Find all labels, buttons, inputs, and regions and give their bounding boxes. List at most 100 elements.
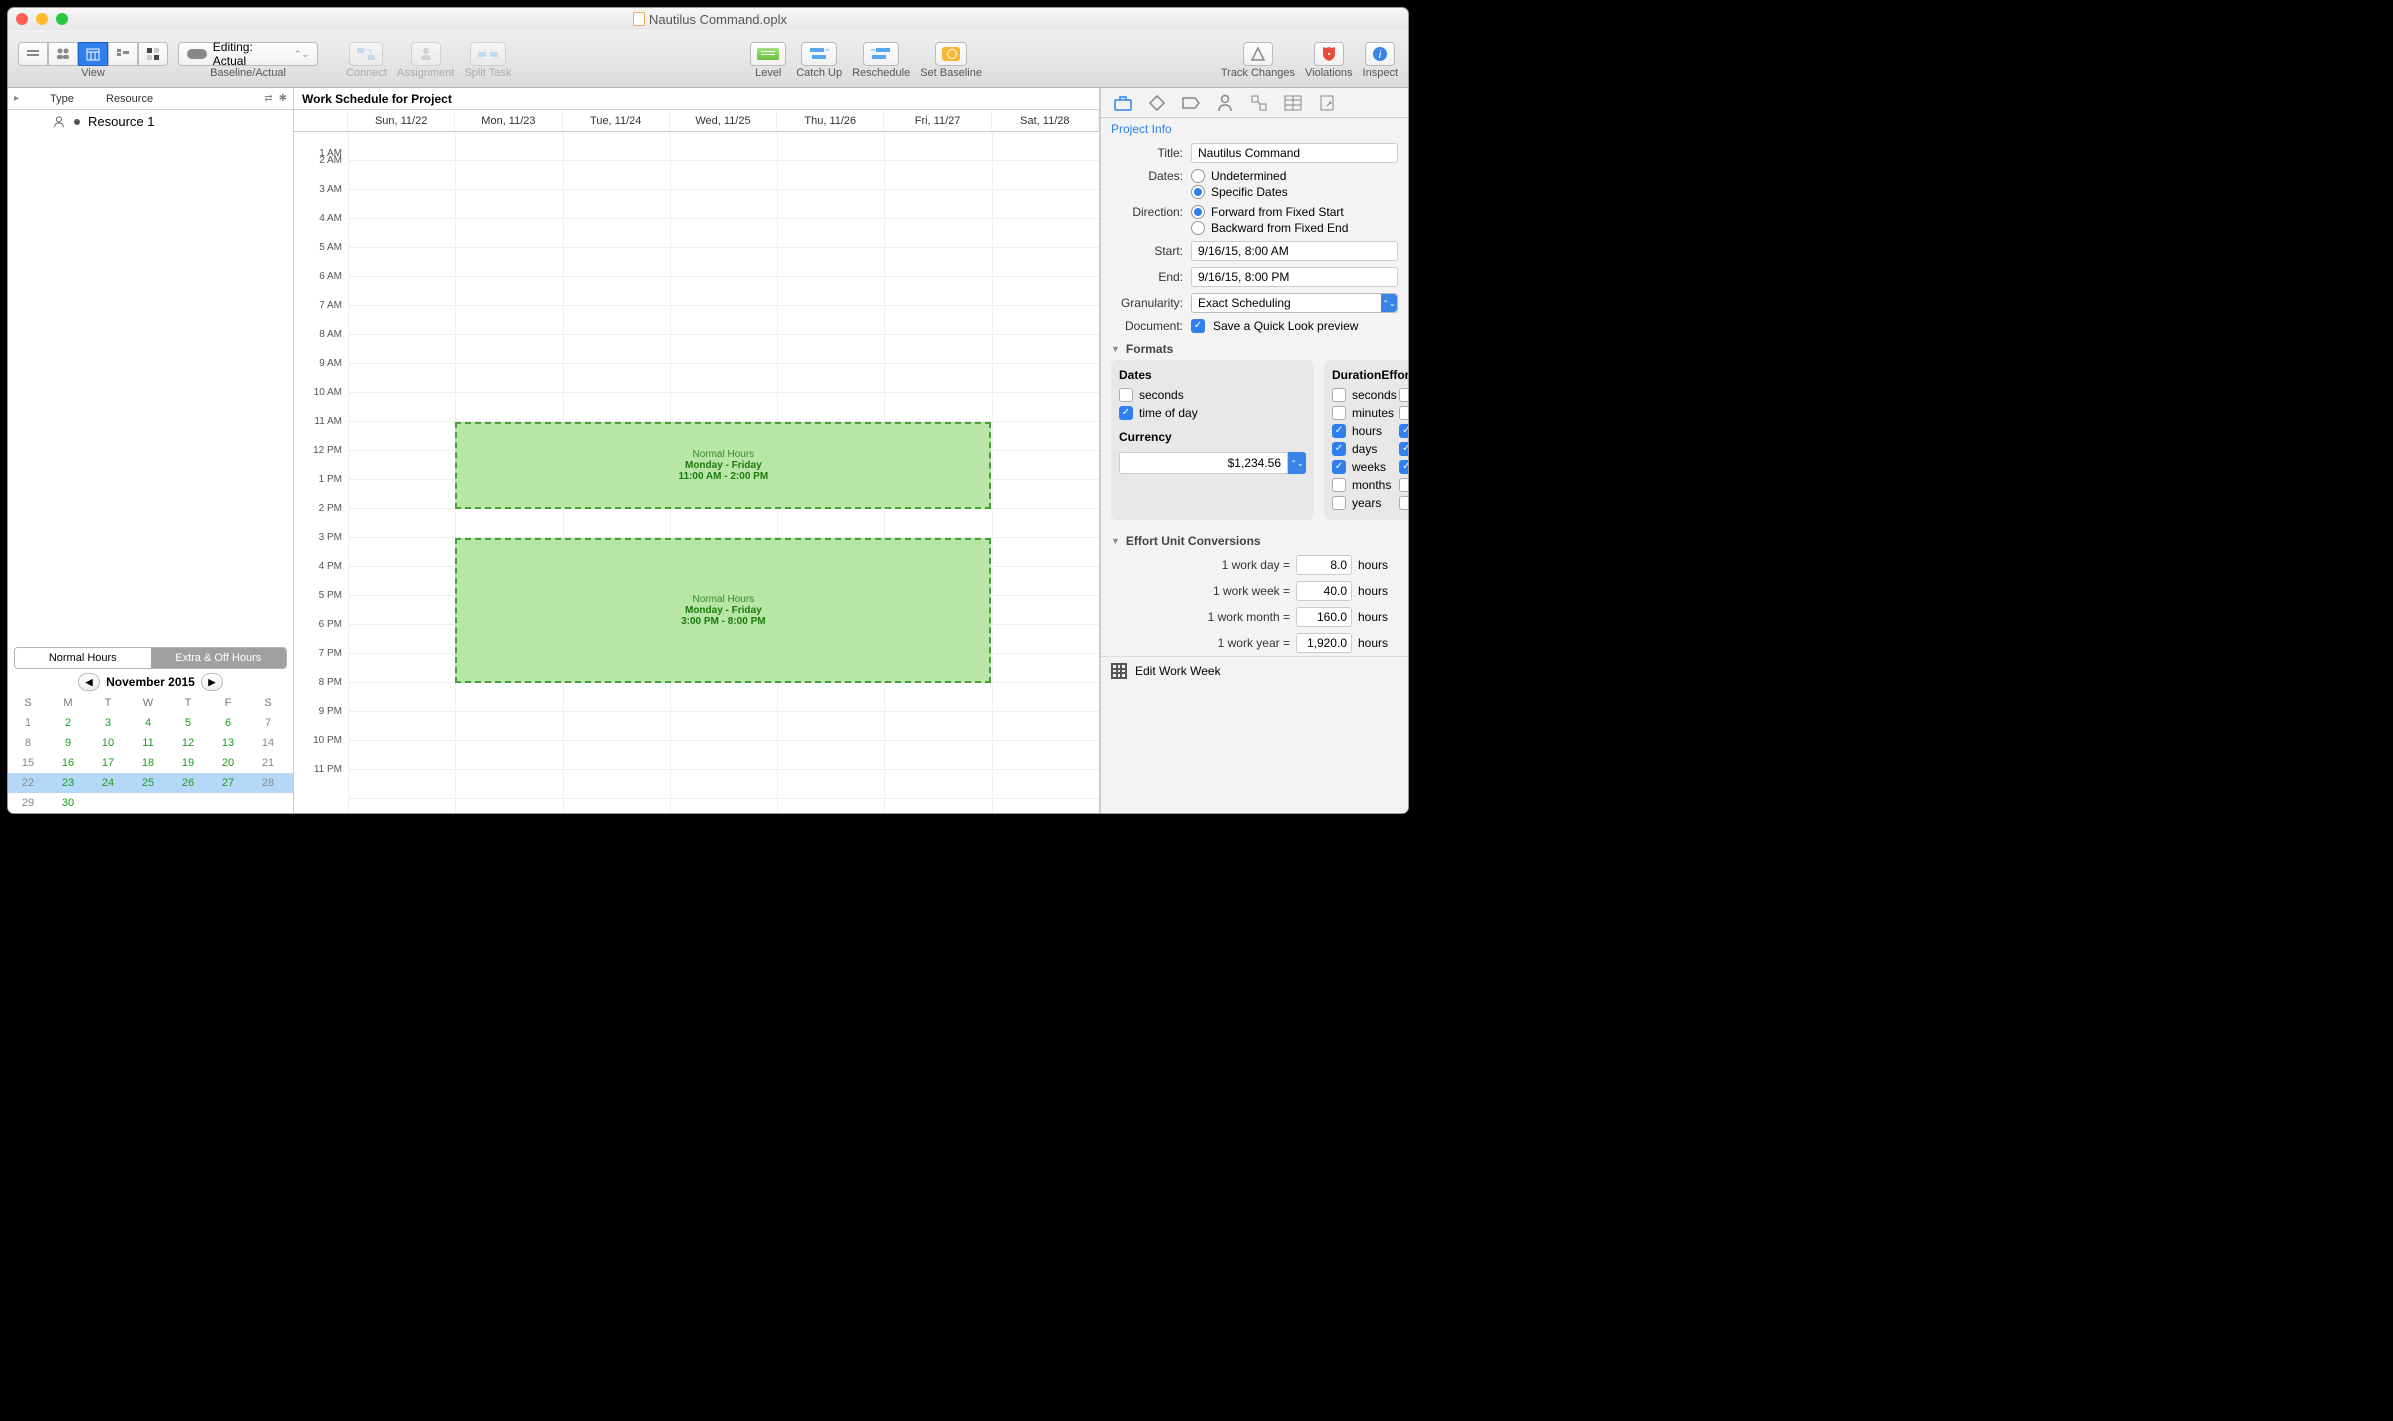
calendar-day[interactable]: 15 (8, 753, 48, 773)
eff-days-checkbox[interactable] (1399, 442, 1408, 456)
calendar-day[interactable]: 10 (88, 733, 128, 753)
eff-seconds-checkbox[interactable] (1399, 388, 1408, 402)
direction-forward-radio[interactable] (1191, 205, 1205, 219)
dur-days-checkbox[interactable] (1332, 442, 1346, 456)
hours-tab-segmented[interactable]: Normal Hours Extra & Off Hours (14, 647, 287, 669)
calendar-day[interactable] (208, 793, 248, 813)
user-icon[interactable] (1215, 93, 1235, 113)
catch-up-button[interactable] (801, 42, 837, 66)
calendar-day[interactable]: 25 (128, 773, 168, 793)
calendar-day[interactable]: 20 (208, 753, 248, 773)
dur-hours-checkbox[interactable] (1332, 424, 1346, 438)
schedule-block-1[interactable]: Normal Hours Monday - Friday 11:00 AM - … (455, 422, 991, 509)
calendar-day[interactable]: 5 (168, 713, 208, 733)
edit-work-week-button[interactable]: Edit Work Week (1101, 656, 1408, 685)
calendar-day[interactable]: 21 (248, 753, 288, 773)
violations-button[interactable] (1314, 42, 1344, 66)
day-column[interactable] (348, 132, 455, 813)
calendar-day[interactable] (88, 793, 128, 813)
calendar-day[interactable] (248, 793, 288, 813)
mini-calendar[interactable]: SMTWTFS 12345678910111213141516171819202… (8, 693, 293, 813)
eff-years-checkbox[interactable] (1399, 496, 1408, 510)
currency-field[interactable]: ⌃⌄ (1119, 452, 1306, 474)
calendar-day[interactable]: 29 (8, 793, 48, 813)
dur-years-checkbox[interactable] (1332, 496, 1346, 510)
disclosure-icon[interactable]: ▼ (1111, 344, 1120, 354)
resource-row[interactable]: Resource 1 (8, 110, 293, 133)
date-timeofday-checkbox[interactable] (1119, 406, 1133, 420)
calendar-day[interactable]: 23 (48, 773, 88, 793)
project-title-field[interactable] (1191, 143, 1398, 163)
calendar-day[interactable]: 6 (208, 713, 248, 733)
calendar-day[interactable] (128, 793, 168, 813)
reschedule-button[interactable] (863, 42, 899, 66)
calendar-day[interactable]: 12 (168, 733, 208, 753)
eff-months-checkbox[interactable] (1399, 478, 1408, 492)
calendar-day[interactable]: 11 (128, 733, 168, 753)
dur-minutes-checkbox[interactable] (1332, 406, 1346, 420)
calendar-day[interactable]: 7 (248, 713, 288, 733)
calendar-day[interactable]: 18 (128, 753, 168, 773)
tab-normal-hours[interactable]: Normal Hours (15, 648, 151, 668)
split-task-button[interactable] (470, 42, 506, 66)
view-mode-segmented[interactable] (18, 42, 168, 66)
start-date-field[interactable] (1191, 241, 1398, 261)
calendar-day[interactable]: 13 (208, 733, 248, 753)
conv-day-field[interactable] (1296, 555, 1352, 575)
tab-extra-off-hours[interactable]: Extra & Off Hours (151, 648, 287, 668)
next-month-button[interactable]: ▶ (201, 673, 223, 691)
quicklook-checkbox[interactable] (1191, 319, 1205, 333)
dur-weeks-checkbox[interactable] (1332, 460, 1346, 474)
zoom-icon[interactable] (56, 13, 68, 25)
diamond-icon[interactable] (1147, 93, 1167, 113)
set-baseline-button[interactable] (935, 42, 967, 66)
calendar-day[interactable]: 16 (48, 753, 88, 773)
dates-specific-radio[interactable] (1191, 185, 1205, 199)
calendar-day[interactable]: 26 (168, 773, 208, 793)
baseline-actual-selector[interactable]: Editing: Actual ⌃⌄ (178, 42, 318, 66)
calendar-day[interactable]: 24 (88, 773, 128, 793)
schedule-block-2[interactable]: Normal Hours Monday - Friday 3:00 PM - 8… (455, 538, 991, 683)
calendar-day[interactable]: 28 (248, 773, 288, 793)
calendar-day[interactable]: 14 (248, 733, 288, 753)
day-column[interactable] (992, 132, 1099, 813)
direction-backward-radio[interactable] (1191, 221, 1205, 235)
inspect-button[interactable]: i (1365, 42, 1395, 66)
date-seconds-checkbox[interactable] (1119, 388, 1133, 402)
briefcase-icon[interactable] (1113, 93, 1133, 113)
calendar-day[interactable]: 19 (168, 753, 208, 773)
calendar-day[interactable]: 9 (48, 733, 88, 753)
dur-seconds-checkbox[interactable] (1332, 388, 1346, 402)
conv-week-field[interactable] (1296, 581, 1352, 601)
granularity-select[interactable]: Exact Scheduling⌃⌄ (1191, 293, 1398, 313)
table-icon[interactable] (1283, 93, 1303, 113)
minimize-icon[interactable] (36, 13, 48, 25)
connect-button[interactable] (349, 42, 383, 66)
conv-month-field[interactable] (1296, 607, 1352, 627)
close-icon[interactable] (16, 13, 28, 25)
styles-icon[interactable] (1249, 93, 1269, 113)
dur-months-checkbox[interactable] (1332, 478, 1346, 492)
dates-undetermined-radio[interactable] (1191, 169, 1205, 183)
conv-year-field[interactable] (1296, 633, 1352, 653)
calendar-day[interactable]: 30 (48, 793, 88, 813)
eff-weeks-checkbox[interactable] (1399, 460, 1408, 474)
type-header[interactable]: Type (36, 93, 96, 105)
milestone-icon[interactable] (1181, 93, 1201, 113)
assignment-button[interactable] (411, 42, 441, 66)
eff-hours-checkbox[interactable] (1399, 424, 1408, 438)
resource-header[interactable]: Resource (106, 93, 254, 105)
calendar-day[interactable]: 4 (128, 713, 168, 733)
end-date-field[interactable] (1191, 267, 1398, 287)
calendar-day[interactable]: 17 (88, 753, 128, 773)
calendar-day[interactable]: 8 (8, 733, 48, 753)
export-icon[interactable] (1317, 93, 1337, 113)
calendar-day[interactable]: 22 (8, 773, 48, 793)
calendar-day[interactable] (168, 793, 208, 813)
level-button[interactable] (750, 42, 786, 66)
track-changes-button[interactable] (1243, 42, 1273, 66)
calendar-day[interactable]: 27 (208, 773, 248, 793)
calendar-day[interactable]: 3 (88, 713, 128, 733)
prev-month-button[interactable]: ◀ (78, 673, 100, 691)
disclosure-icon[interactable]: ▼ (1111, 536, 1120, 546)
